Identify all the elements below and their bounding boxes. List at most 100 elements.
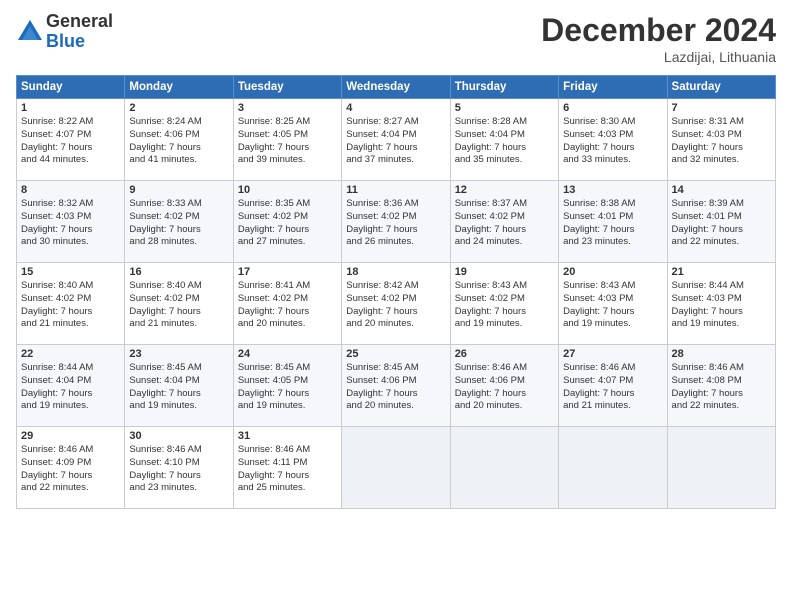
cell-line: Sunset: 4:10 PM: [129, 457, 199, 468]
cell-line: Sunrise: 8:36 AM: [346, 198, 418, 209]
cell-line: Sunset: 4:02 PM: [238, 293, 308, 304]
week-row-3: 15Sunrise: 8:40 AMSunset: 4:02 PMDayligh…: [17, 263, 776, 345]
cell-line: and 23 minutes.: [563, 236, 631, 247]
cell-line: Sunrise: 8:37 AM: [455, 198, 527, 209]
cell-line: and 21 minutes.: [21, 318, 89, 329]
cell-line: Daylight: 7 hours: [563, 142, 634, 153]
calendar-cell: 16Sunrise: 8:40 AMSunset: 4:02 PMDayligh…: [125, 263, 233, 345]
calendar-cell: 27Sunrise: 8:46 AMSunset: 4:07 PMDayligh…: [559, 345, 667, 427]
cell-line: Sunrise: 8:44 AM: [21, 362, 93, 373]
cell-line: and 30 minutes.: [21, 236, 89, 247]
header-sunday: Sunday: [17, 76, 125, 99]
cell-line: Sunset: 4:01 PM: [672, 211, 742, 222]
day-number: 6: [563, 102, 662, 114]
calendar-cell: 23Sunrise: 8:45 AMSunset: 4:04 PMDayligh…: [125, 345, 233, 427]
calendar-cell: [559, 427, 667, 509]
cell-line: Sunrise: 8:31 AM: [672, 116, 744, 127]
cell-line: Sunset: 4:03 PM: [563, 129, 633, 140]
day-number: 2: [129, 102, 228, 114]
cell-line: Daylight: 7 hours: [346, 388, 417, 399]
cell-line: Sunset: 4:06 PM: [346, 375, 416, 386]
cell-line: Sunrise: 8:40 AM: [21, 280, 93, 291]
cell-line: Sunset: 4:04 PM: [455, 129, 525, 140]
calendar-table: Sunday Monday Tuesday Wednesday Thursday…: [16, 75, 776, 509]
cell-line: and 39 minutes.: [238, 154, 306, 165]
calendar-cell: 12Sunrise: 8:37 AMSunset: 4:02 PMDayligh…: [450, 181, 558, 263]
cell-line: Sunset: 4:02 PM: [346, 293, 416, 304]
cell-line: Sunrise: 8:42 AM: [346, 280, 418, 291]
cell-line: and 26 minutes.: [346, 236, 414, 247]
cell-line: and 20 minutes.: [455, 400, 523, 411]
logo-general-text: General: [46, 12, 113, 32]
header-thursday: Thursday: [450, 76, 558, 99]
cell-content: Sunrise: 8:44 AMSunset: 4:03 PMDaylight:…: [672, 280, 771, 331]
day-number: 15: [21, 266, 120, 278]
cell-line: Daylight: 7 hours: [129, 306, 200, 317]
day-number: 27: [563, 348, 662, 360]
calendar-cell: 17Sunrise: 8:41 AMSunset: 4:02 PMDayligh…: [233, 263, 341, 345]
cell-line: and 21 minutes.: [129, 318, 197, 329]
calendar-cell: 9Sunrise: 8:33 AMSunset: 4:02 PMDaylight…: [125, 181, 233, 263]
cell-line: Daylight: 7 hours: [129, 142, 200, 153]
cell-line: Daylight: 7 hours: [21, 306, 92, 317]
cell-line: Sunset: 4:02 PM: [455, 293, 525, 304]
day-number: 9: [129, 184, 228, 196]
day-number: 17: [238, 266, 337, 278]
cell-line: Sunset: 4:11 PM: [238, 457, 308, 468]
cell-line: Sunrise: 8:45 AM: [346, 362, 418, 373]
cell-line: Sunset: 4:04 PM: [129, 375, 199, 386]
cell-line: Sunrise: 8:44 AM: [672, 280, 744, 291]
calendar-cell: 28Sunrise: 8:46 AMSunset: 4:08 PMDayligh…: [667, 345, 775, 427]
calendar-cell: 6 Sunrise: 8:30 AMSunset: 4:03 PMDaylight…: [559, 99, 667, 181]
cell-content: Sunrise: 8:43 AMSunset: 4:02 PMDaylight:…: [455, 280, 554, 331]
cell-line: and 24 minutes.: [455, 236, 523, 247]
cell-line: and 32 minutes.: [672, 154, 740, 165]
cell-line: Sunrise: 8:43 AM: [455, 280, 527, 291]
cell-line: Daylight: 7 hours: [129, 470, 200, 481]
cell-content: Sunrise: 8:30 AMSunset: 4:03 PMDaylight:…: [563, 116, 662, 167]
cell-line: Sunrise: 8:35 AM: [238, 198, 310, 209]
cell-line: and 22 minutes.: [21, 482, 89, 493]
cell-line: Sunset: 4:05 PM: [238, 375, 308, 386]
cell-line: Daylight: 7 hours: [238, 142, 309, 153]
cell-line: Sunset: 4:04 PM: [346, 129, 416, 140]
cell-content: Sunrise: 8:43 AMSunset: 4:03 PMDaylight:…: [563, 280, 662, 331]
cell-content: Sunrise: 8:40 AMSunset: 4:02 PMDaylight:…: [129, 280, 228, 331]
cell-line: Sunset: 4:08 PM: [672, 375, 742, 386]
calendar-cell: 5Sunrise: 8:28 AMSunset: 4:04 PMDaylight…: [450, 99, 558, 181]
cell-line: Daylight: 7 hours: [672, 142, 743, 153]
day-number: 30: [129, 430, 228, 442]
day-number: 8: [21, 184, 120, 196]
cell-line: and 20 minutes.: [346, 400, 414, 411]
cell-content: Sunrise: 8:42 AMSunset: 4:02 PMDaylight:…: [346, 280, 445, 331]
day-number: 4: [346, 102, 445, 114]
cell-line: Daylight: 7 hours: [455, 224, 526, 235]
cell-line: and 23 minutes.: [129, 482, 197, 493]
calendar-cell: [342, 427, 450, 509]
cell-line: Sunrise: 8:46 AM: [455, 362, 527, 373]
cell-line: Sunrise: 8:33 AM: [129, 198, 201, 209]
cell-line: Sunrise: 8:25 AM: [238, 116, 310, 127]
cell-line: Sunset: 4:07 PM: [563, 375, 633, 386]
calendar-cell: 26Sunrise: 8:46 AMSunset: 4:06 PMDayligh…: [450, 345, 558, 427]
calendar-cell: 14Sunrise: 8:39 AMSunset: 4:01 PMDayligh…: [667, 181, 775, 263]
day-number: 7: [672, 102, 771, 114]
cell-line: and 41 minutes.: [129, 154, 197, 165]
cell-line: Daylight: 7 hours: [238, 224, 309, 235]
cell-line: Sunrise: 8:32 AM: [21, 198, 93, 209]
cell-line: Sunset: 4:07 PM: [21, 129, 91, 140]
day-number: 29: [21, 430, 120, 442]
cell-content: Sunrise: 8:36 AMSunset: 4:02 PMDaylight:…: [346, 198, 445, 249]
cell-content: Sunrise: 8:32 AMSunset: 4:03 PMDaylight:…: [21, 198, 120, 249]
cell-line: Sunrise: 8:28 AM: [455, 116, 527, 127]
cell-line: Sunrise: 8:46 AM: [563, 362, 635, 373]
cell-line: and 19 minutes.: [563, 318, 631, 329]
cell-line: Sunset: 4:09 PM: [21, 457, 91, 468]
cell-line: Sunrise: 8:38 AM: [563, 198, 635, 209]
cell-line: Sunrise: 8:45 AM: [129, 362, 201, 373]
cell-line: Sunset: 4:02 PM: [455, 211, 525, 222]
cell-line: and 19 minutes.: [672, 318, 740, 329]
cell-line: Sunset: 4:02 PM: [238, 211, 308, 222]
day-number: 28: [672, 348, 771, 360]
cell-line: and 22 minutes.: [672, 236, 740, 247]
